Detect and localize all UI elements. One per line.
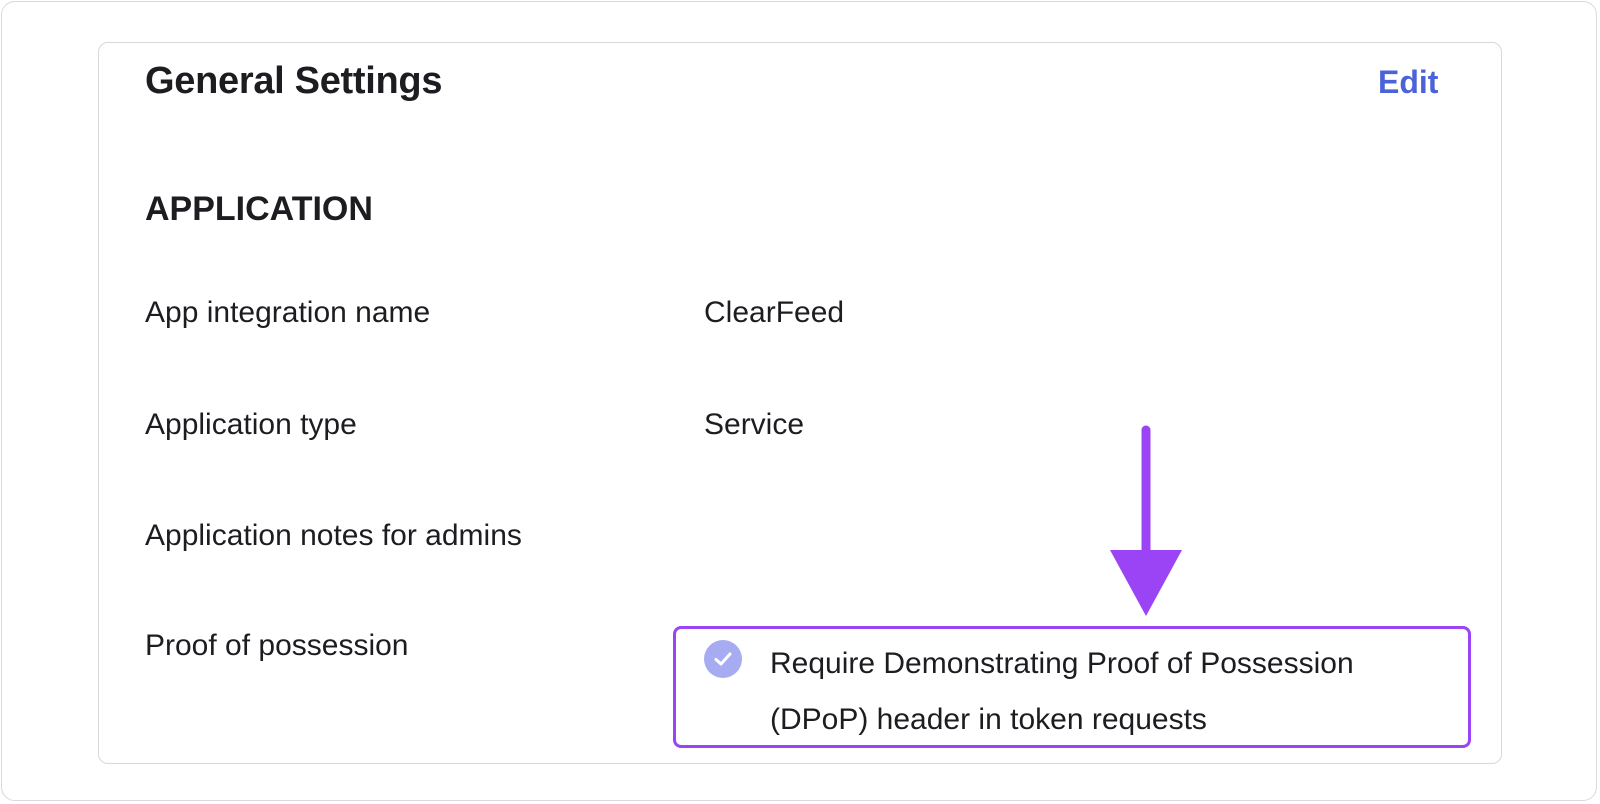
dpop-requirement-text: Require Demonstrating Proof of Possessio… [770,647,1354,736]
panel-title: General Settings [145,60,443,102]
app-integration-name-label: App integration name [145,296,431,329]
edit-button[interactable]: Edit [1378,64,1438,101]
application-type-value: Service [704,408,805,441]
application-notes-label: Application notes for admins [145,519,522,552]
proof-of-possession-label: Proof of possession [145,629,409,662]
check-circle-icon[interactable] [704,640,742,678]
section-heading: APPLICATION [145,190,373,228]
arrow-down-icon [1110,425,1182,616]
app-integration-name-value: ClearFeed [704,296,845,329]
application-type-label: Application type [145,408,357,441]
